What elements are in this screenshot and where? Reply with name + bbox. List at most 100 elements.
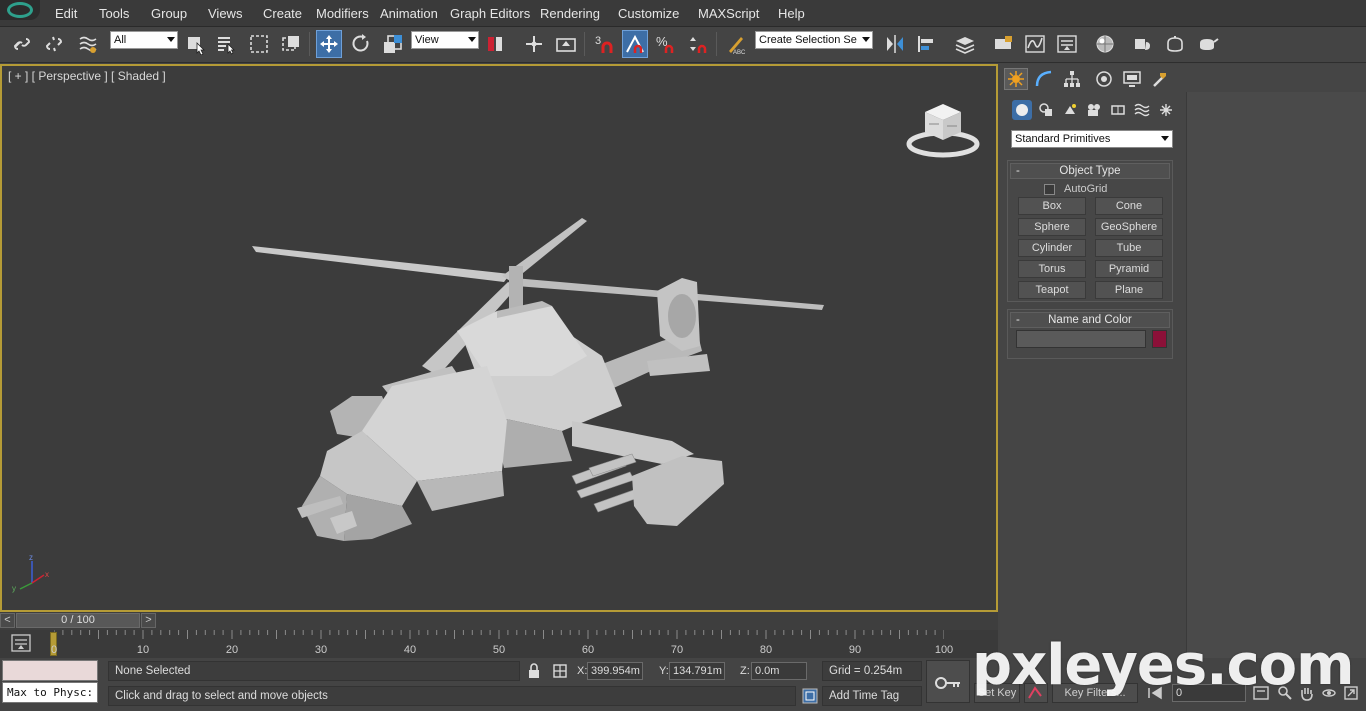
- percent-snap-icon[interactable]: %: [653, 30, 679, 58]
- align-icon[interactable]: [914, 30, 940, 58]
- keyboard-shortcut-icon[interactable]: [553, 30, 579, 58]
- space-warps-icon[interactable]: [1132, 100, 1152, 120]
- window-crossing-icon[interactable]: [278, 30, 304, 58]
- helpers-icon[interactable]: [1108, 100, 1128, 120]
- utilities-tab[interactable]: [1148, 68, 1172, 90]
- time-slider-next-button[interactable]: >: [141, 613, 156, 628]
- hierarchy-tab[interactable]: [1060, 68, 1084, 90]
- object-color-swatch[interactable]: [1152, 330, 1167, 348]
- name-and-color-rollout: - Name and Color: [1007, 309, 1173, 359]
- cone-button[interactable]: Cone: [1095, 197, 1163, 215]
- perspective-viewport[interactable]: [ + ] [ Perspective ] [ Shaded ] z y x: [0, 64, 998, 612]
- x-coordinate-field[interactable]: 399.954m: [587, 662, 643, 680]
- reference-coordinate-dropdown[interactable]: View: [411, 31, 479, 49]
- menu-maxscript[interactable]: MAXScript: [698, 6, 759, 21]
- select-and-rotate-icon[interactable]: [348, 30, 374, 58]
- geometry-icon[interactable]: [1012, 100, 1032, 120]
- manipulate-icon[interactable]: [521, 30, 547, 58]
- menu-rendering[interactable]: Rendering: [540, 6, 600, 21]
- angle-snap-icon[interactable]: [622, 30, 648, 58]
- helicopter-model[interactable]: [242, 206, 842, 556]
- menu-tools[interactable]: Tools: [99, 6, 129, 21]
- create-tab[interactable]: [1004, 68, 1028, 90]
- autogrid-checkbox[interactable]: [1044, 183, 1055, 195]
- selection-filter-dropdown[interactable]: All: [110, 31, 178, 49]
- select-and-scale-icon[interactable]: [380, 30, 406, 58]
- layer-manager-icon[interactable]: [952, 30, 978, 58]
- z-coordinate-field[interactable]: 0.0m: [751, 662, 807, 680]
- primitive-category-dropdown[interactable]: Standard Primitives: [1011, 130, 1173, 148]
- spinner-snap-icon[interactable]: [686, 30, 712, 58]
- teapot-button[interactable]: Teapot: [1018, 281, 1086, 299]
- viewport-label[interactable]: [ + ] [ Perspective ] [ Shaded ]: [8, 69, 166, 83]
- selection-lock-icon[interactable]: [525, 662, 543, 680]
- material-editor-icon[interactable]: [1092, 30, 1118, 58]
- systems-icon[interactable]: [1156, 100, 1176, 120]
- set-key-mode-button[interactable]: [926, 660, 970, 703]
- time-slider-prev-button[interactable]: <: [0, 613, 15, 628]
- menu-graph-editors[interactable]: Graph Editors: [450, 6, 530, 21]
- time-tag-icon[interactable]: [801, 687, 819, 705]
- command-panel: Standard Primitives - Object Type AutoGri…: [1000, 64, 1366, 658]
- absolute-mode-icon[interactable]: [551, 662, 569, 680]
- name-and-color-rollout-header[interactable]: - Name and Color: [1010, 312, 1170, 328]
- maxscript-listener-input[interactable]: Max to Physc:: [2, 682, 98, 703]
- object-name-field[interactable]: [1016, 330, 1146, 348]
- link-icon[interactable]: [9, 30, 35, 58]
- menu-animation[interactable]: Animation: [380, 6, 438, 21]
- viewcube[interactable]: [905, 100, 981, 158]
- select-by-name-icon[interactable]: [213, 30, 239, 58]
- menu-modifiers[interactable]: Modifiers: [316, 6, 369, 21]
- menu-edit[interactable]: Edit: [55, 6, 77, 21]
- pyramid-button[interactable]: Pyramid: [1095, 260, 1163, 278]
- application-button[interactable]: [0, 0, 40, 20]
- cameras-icon[interactable]: [1084, 100, 1104, 120]
- modify-tab[interactable]: [1032, 68, 1056, 90]
- render-production-icon[interactable]: [1195, 30, 1221, 58]
- mirror-icon[interactable]: [882, 30, 908, 58]
- select-object-icon[interactable]: [183, 30, 209, 58]
- lights-icon[interactable]: [1060, 100, 1080, 120]
- cylinder-button[interactable]: Cylinder: [1018, 239, 1086, 257]
- shapes-icon[interactable]: [1036, 100, 1056, 120]
- rectangular-selection-icon[interactable]: [246, 30, 272, 58]
- bind-space-warp-icon[interactable]: [75, 30, 101, 58]
- geosphere-button[interactable]: GeoSphere: [1095, 218, 1163, 236]
- add-time-tag-field[interactable]: Add Time Tag: [822, 686, 922, 706]
- menu-create[interactable]: Create: [263, 6, 302, 21]
- maxscript-listener-output[interactable]: [2, 660, 98, 681]
- pivot-icon[interactable]: [483, 30, 509, 58]
- svg-text:3: 3: [595, 35, 601, 47]
- y-coordinate-field[interactable]: 134.791m: [669, 662, 725, 680]
- track-bar[interactable]: 0 10 20 30 40 50 60 70 80 90 100: [0, 630, 998, 658]
- plane-button[interactable]: Plane: [1095, 281, 1163, 299]
- track-tick-label: 20: [225, 644, 239, 656]
- menu-group[interactable]: Group: [151, 6, 187, 21]
- max-logo-icon: [7, 2, 33, 18]
- track-tick-label: 0: [50, 644, 58, 656]
- box-button[interactable]: Box: [1018, 197, 1086, 215]
- track-tick-label: 80: [759, 644, 773, 656]
- schematic-view-icon[interactable]: [1054, 30, 1080, 58]
- motion-tab[interactable]: [1092, 68, 1116, 90]
- menu-views[interactable]: Views: [208, 6, 242, 21]
- display-tab[interactable]: [1120, 68, 1144, 90]
- edit-named-selection-icon[interactable]: ABC: [723, 30, 749, 58]
- sphere-button[interactable]: Sphere: [1018, 218, 1086, 236]
- named-selection-dropdown[interactable]: Create Selection Se: [755, 31, 873, 49]
- curve-editor-icon[interactable]: [1022, 30, 1048, 58]
- object-type-rollout-header[interactable]: - Object Type: [1010, 163, 1170, 179]
- graphite-ribbon-icon[interactable]: [990, 30, 1016, 58]
- select-and-move-icon[interactable]: [316, 30, 342, 58]
- menu-customize[interactable]: Customize: [618, 6, 679, 21]
- track-tick-label: 40: [403, 644, 417, 656]
- time-slider-thumb[interactable]: 0 / 100: [16, 613, 140, 628]
- rendered-frame-icon[interactable]: [1162, 30, 1188, 58]
- mini-curve-editor-icon[interactable]: [10, 633, 32, 653]
- unlink-icon[interactable]: [41, 30, 67, 58]
- tube-button[interactable]: Tube: [1095, 239, 1163, 257]
- snap-toggle-icon[interactable]: 3: [591, 30, 617, 58]
- menu-help[interactable]: Help: [778, 6, 805, 21]
- render-setup-icon[interactable]: [1130, 30, 1156, 58]
- torus-button[interactable]: Torus: [1018, 260, 1086, 278]
